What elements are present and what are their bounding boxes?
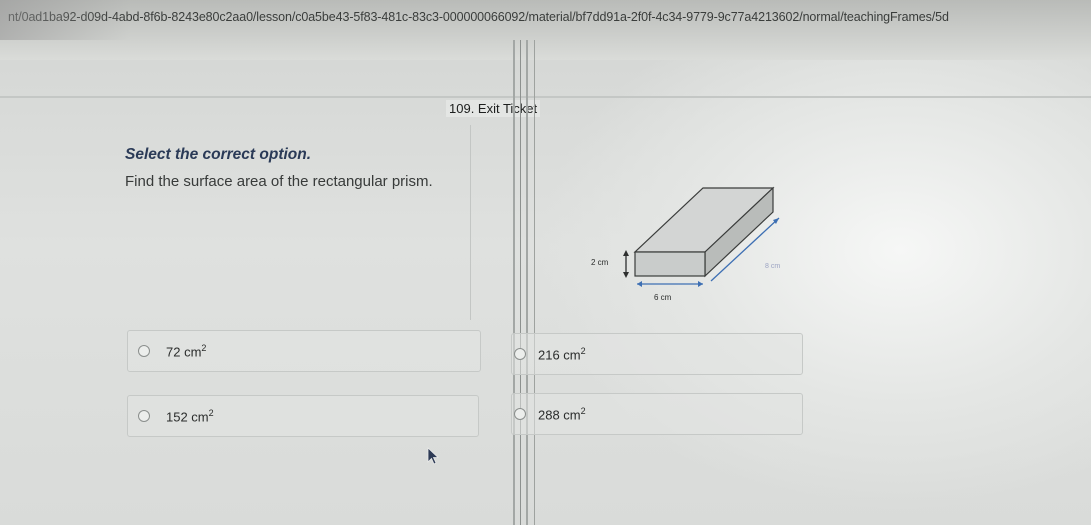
radio-button-icon[interactable] [138,410,150,422]
option-label: 288 cm2 [538,405,586,423]
width-label: 6 cm [654,293,672,302]
frame-divider [520,40,521,525]
height-label: 2 cm [591,258,609,267]
option-label: 216 cm2 [538,345,586,363]
lesson-content-area [0,60,1091,525]
prism-front-face [634,251,706,277]
panel-divider [470,125,471,320]
answer-option-a[interactable]: 72 cm2 [127,330,481,372]
option-label: 152 cm2 [166,407,214,425]
frame-divider [534,40,535,525]
header-divider [0,96,1091,98]
depth-label: 8 cm [765,263,780,270]
mouse-pointer-icon [427,447,440,465]
option-label: 72 cm2 [166,342,207,360]
radio-button-icon[interactable] [138,345,150,357]
url-text[interactable]: nt/0ad1ba92-d09d-4abd-8f6b-8243e80c2aa0/… [8,10,1078,24]
browser-address-bar[interactable]: nt/0ad1ba92-d09d-4abd-8f6b-8243e80c2aa0/… [0,0,1091,61]
height-arrow-head-down-icon [623,272,629,278]
height-arrow-head-up-icon [623,250,629,256]
answer-option-b[interactable]: 152 cm2 [127,395,479,437]
question-text: Find the surface area of the rectangular… [125,173,433,190]
frame-divider [513,40,515,525]
radio-button-icon[interactable] [514,408,526,420]
rectangular-prism-figure: 2 cm 6 cm 8 cm [591,186,780,302]
width-arrow-head-left-icon [637,281,642,287]
frame-divider [526,40,528,525]
answer-option-d[interactable]: 288 cm2 [511,393,803,435]
question-instruction: Select the correct option. [125,146,312,163]
answer-option-c[interactable]: 216 cm2 [511,333,803,375]
width-arrow-head-right-icon [698,281,703,287]
radio-button-icon[interactable] [514,348,526,360]
